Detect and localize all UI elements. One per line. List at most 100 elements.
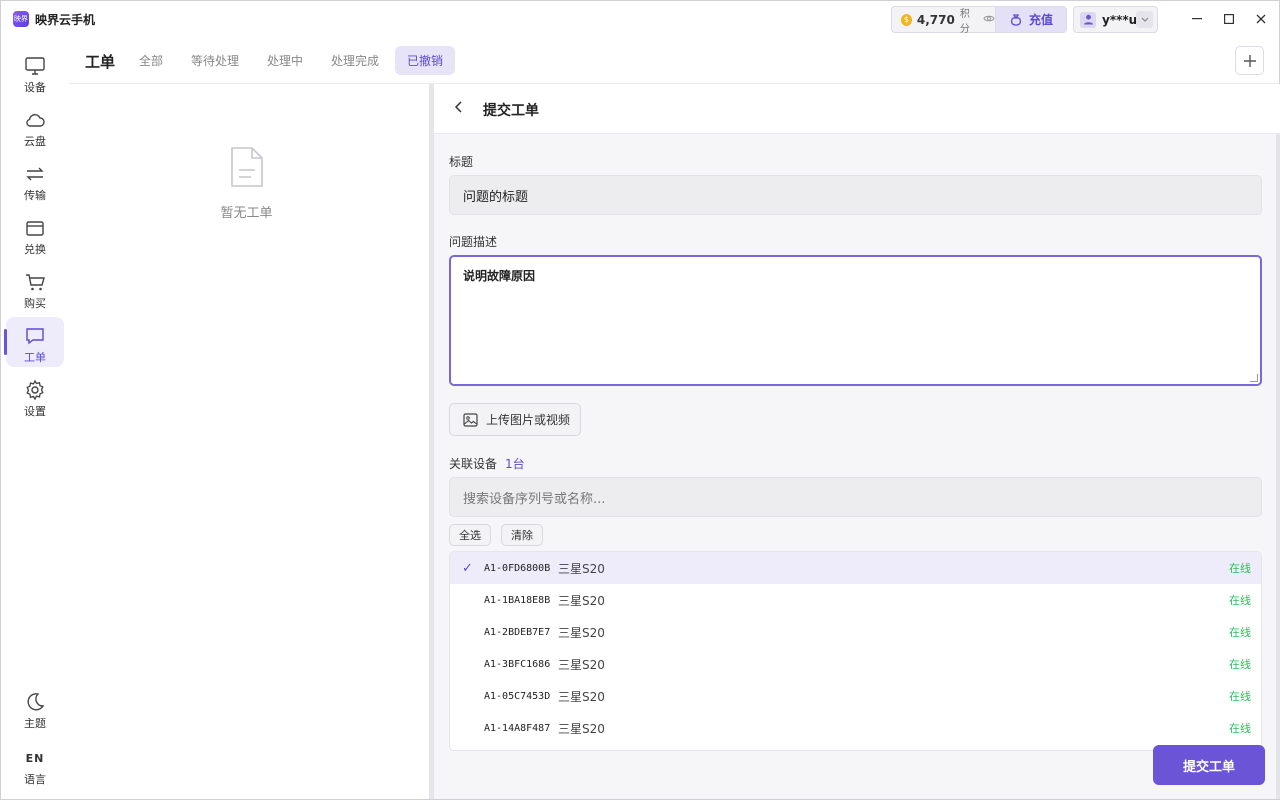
moon-icon bbox=[27, 693, 45, 711]
device-row[interactable]: A1-3BFC1686 三星S20 在线 bbox=[450, 648, 1261, 680]
tab-cancelled[interactable]: 已撤销 bbox=[395, 46, 456, 75]
device-serial: A1-2BDEB7E7 bbox=[484, 626, 551, 638]
chevron-down-icon[interactable] bbox=[1136, 11, 1153, 28]
ticket-list: 暂无工单 bbox=[69, 84, 429, 799]
tab-completed[interactable]: 处理完成 bbox=[319, 46, 391, 75]
description-text: 说明故障原因 bbox=[463, 269, 536, 283]
sidebar-item-label: 兑换 bbox=[24, 243, 46, 256]
device-model: 三星S20 bbox=[558, 689, 605, 704]
chevron-left-icon bbox=[454, 101, 462, 113]
sidebar-item-label: 设置 bbox=[24, 405, 46, 418]
device-count: 1台 bbox=[505, 457, 525, 471]
sidebar-item-cloud[interactable]: 云盘 bbox=[6, 101, 64, 151]
sidebar-item-redeem[interactable]: 兑换 bbox=[6, 209, 64, 259]
title-bar: 映界 映界云手机 $ 4,770 积分 充值 y***u bbox=[1, 1, 1279, 37]
recharge-button[interactable]: 充值 bbox=[995, 7, 1066, 32]
sidebar-item-buy[interactable]: 购买 bbox=[6, 263, 64, 313]
message-icon bbox=[26, 328, 44, 345]
ticket-icon bbox=[26, 221, 44, 236]
check-icon: ✓ bbox=[462, 560, 473, 576]
sidebar-item-theme[interactable]: 主题 bbox=[6, 683, 64, 733]
title-input[interactable]: 问题的标题 bbox=[449, 175, 1262, 215]
tab-processing[interactable]: 处理中 bbox=[255, 46, 315, 75]
panel-header: 提交工单 bbox=[434, 84, 1280, 134]
sidebar-item-label: 主题 bbox=[24, 717, 46, 730]
empty-document-icon bbox=[231, 147, 263, 187]
device-row[interactable]: A1-14A8F487 三星S20 在线 bbox=[450, 712, 1261, 744]
description-label: 问题描述 bbox=[449, 235, 498, 249]
coin-icon: $ bbox=[901, 13, 912, 26]
back-button[interactable] bbox=[454, 99, 470, 119]
cart-icon bbox=[26, 274, 45, 291]
sidebar: 设备 云盘 传输 兑换 购买 工单 设置 主题 EN 语言 bbox=[1, 37, 69, 799]
device-serial: A1-14A8F487 bbox=[484, 722, 551, 734]
sidebar-item-settings[interactable]: 设置 bbox=[6, 371, 64, 421]
cloud-icon bbox=[26, 114, 45, 127]
tab-pending[interactable]: 等待处理 bbox=[179, 46, 251, 75]
device-serial: A1-05C7453D bbox=[484, 690, 551, 702]
device-status: 在线 bbox=[1229, 562, 1251, 575]
sidebar-item-devices[interactable]: 设备 bbox=[6, 47, 64, 97]
device-row[interactable]: A1-2BDEB7E7 三星S20 在线 bbox=[450, 616, 1261, 648]
sidebar-item-label: 语言 bbox=[24, 773, 46, 786]
device-model: 三星S20 bbox=[558, 593, 605, 608]
device-search-input[interactable]: 搜索设备序列号或名称... bbox=[449, 477, 1262, 517]
upload-media-button[interactable]: 上传图片或视频 bbox=[449, 403, 581, 436]
language-icon: EN bbox=[25, 751, 45, 765]
device-serial: A1-1BA18E8B bbox=[484, 594, 551, 606]
device-model: 三星S20 bbox=[558, 625, 605, 640]
linked-devices-label: 关联设备 1台 bbox=[449, 455, 525, 472]
upload-label: 上传图片或视频 bbox=[486, 413, 571, 427]
select-all-button[interactable]: 全选 bbox=[449, 524, 491, 546]
device-status: 在线 bbox=[1229, 658, 1251, 671]
device-status: 在线 bbox=[1229, 626, 1251, 639]
sidebar-item-label: 设备 bbox=[24, 81, 46, 94]
recharge-label: 充值 bbox=[1028, 13, 1053, 27]
submit-ticket-button[interactable]: 提交工单 bbox=[1153, 745, 1265, 785]
eye-icon[interactable] bbox=[983, 13, 995, 26]
resize-handle[interactable] bbox=[1250, 374, 1258, 382]
description-textarea[interactable]: 说明故障原因 bbox=[449, 255, 1262, 386]
device-serial: A1-3BFC1686 bbox=[484, 658, 551, 670]
title-label: 标题 bbox=[449, 155, 474, 169]
sidebar-item-label: 传输 bbox=[24, 189, 46, 202]
device-status: 在线 bbox=[1229, 690, 1251, 703]
user-name: y***u bbox=[1102, 12, 1138, 27]
minimize-button[interactable] bbox=[1187, 9, 1207, 29]
device-status: 在线 bbox=[1229, 594, 1251, 607]
device-model: 三星S20 bbox=[558, 721, 605, 736]
money-bag-icon bbox=[1010, 13, 1022, 26]
points-unit: 积分 bbox=[959, 8, 970, 35]
close-button[interactable] bbox=[1251, 9, 1271, 29]
user-avatar-icon bbox=[1080, 11, 1096, 28]
maximize-button[interactable] bbox=[1219, 9, 1239, 29]
device-model: 三星S20 bbox=[558, 561, 605, 576]
plus-icon bbox=[1243, 54, 1256, 67]
device-row[interactable]: A1-05C7453D 三星S20 在线 bbox=[450, 680, 1261, 712]
points-display[interactable]: $ 4,770 积分 bbox=[892, 7, 995, 35]
add-ticket-button[interactable] bbox=[1235, 46, 1264, 75]
sidebar-item-transfer[interactable]: 传输 bbox=[6, 155, 64, 205]
clear-button[interactable]: 清除 bbox=[501, 524, 543, 546]
sidebar-item-label: 购买 bbox=[24, 297, 46, 310]
submit-ticket-panel: 提交工单 标题 问题的标题 问题描述 说明故障原因 上传图片或视频 关联设备 1… bbox=[434, 84, 1280, 799]
device-row[interactable]: A1-1BA18E8B 三星S20 在线 bbox=[450, 584, 1261, 616]
sidebar-item-label: 云盘 bbox=[24, 135, 46, 148]
sidebar-item-language[interactable]: EN 语言 bbox=[6, 739, 64, 789]
sidebar-item-tickets[interactable]: 工单 bbox=[4, 317, 64, 367]
device-model: 三星S20 bbox=[558, 657, 605, 672]
app-logo: 映界 bbox=[13, 11, 29, 27]
user-menu[interactable]: y***u bbox=[1073, 6, 1158, 33]
points-widget: $ 4,770 积分 充值 bbox=[891, 6, 1067, 35]
tab-all[interactable]: 全部 bbox=[127, 46, 175, 75]
sidebar-item-label: 工单 bbox=[24, 351, 46, 364]
scrollbar[interactable] bbox=[1276, 134, 1280, 799]
device-row[interactable]: ✓ A1-0FD6800B 三星S20 在线 bbox=[450, 552, 1261, 584]
monitor-icon bbox=[25, 57, 45, 75]
points-value: 4,770 bbox=[916, 12, 955, 27]
app-window: 映界 映界云手机 $ 4,770 积分 充值 y***u 设备 云盘 传输 兑换… bbox=[0, 0, 1280, 800]
page-title: 工单 bbox=[85, 53, 116, 71]
device-serial: A1-0FD6800B bbox=[484, 562, 551, 574]
app-title: 映界云手机 bbox=[35, 13, 96, 27]
panel-title: 提交工单 bbox=[483, 103, 539, 119]
